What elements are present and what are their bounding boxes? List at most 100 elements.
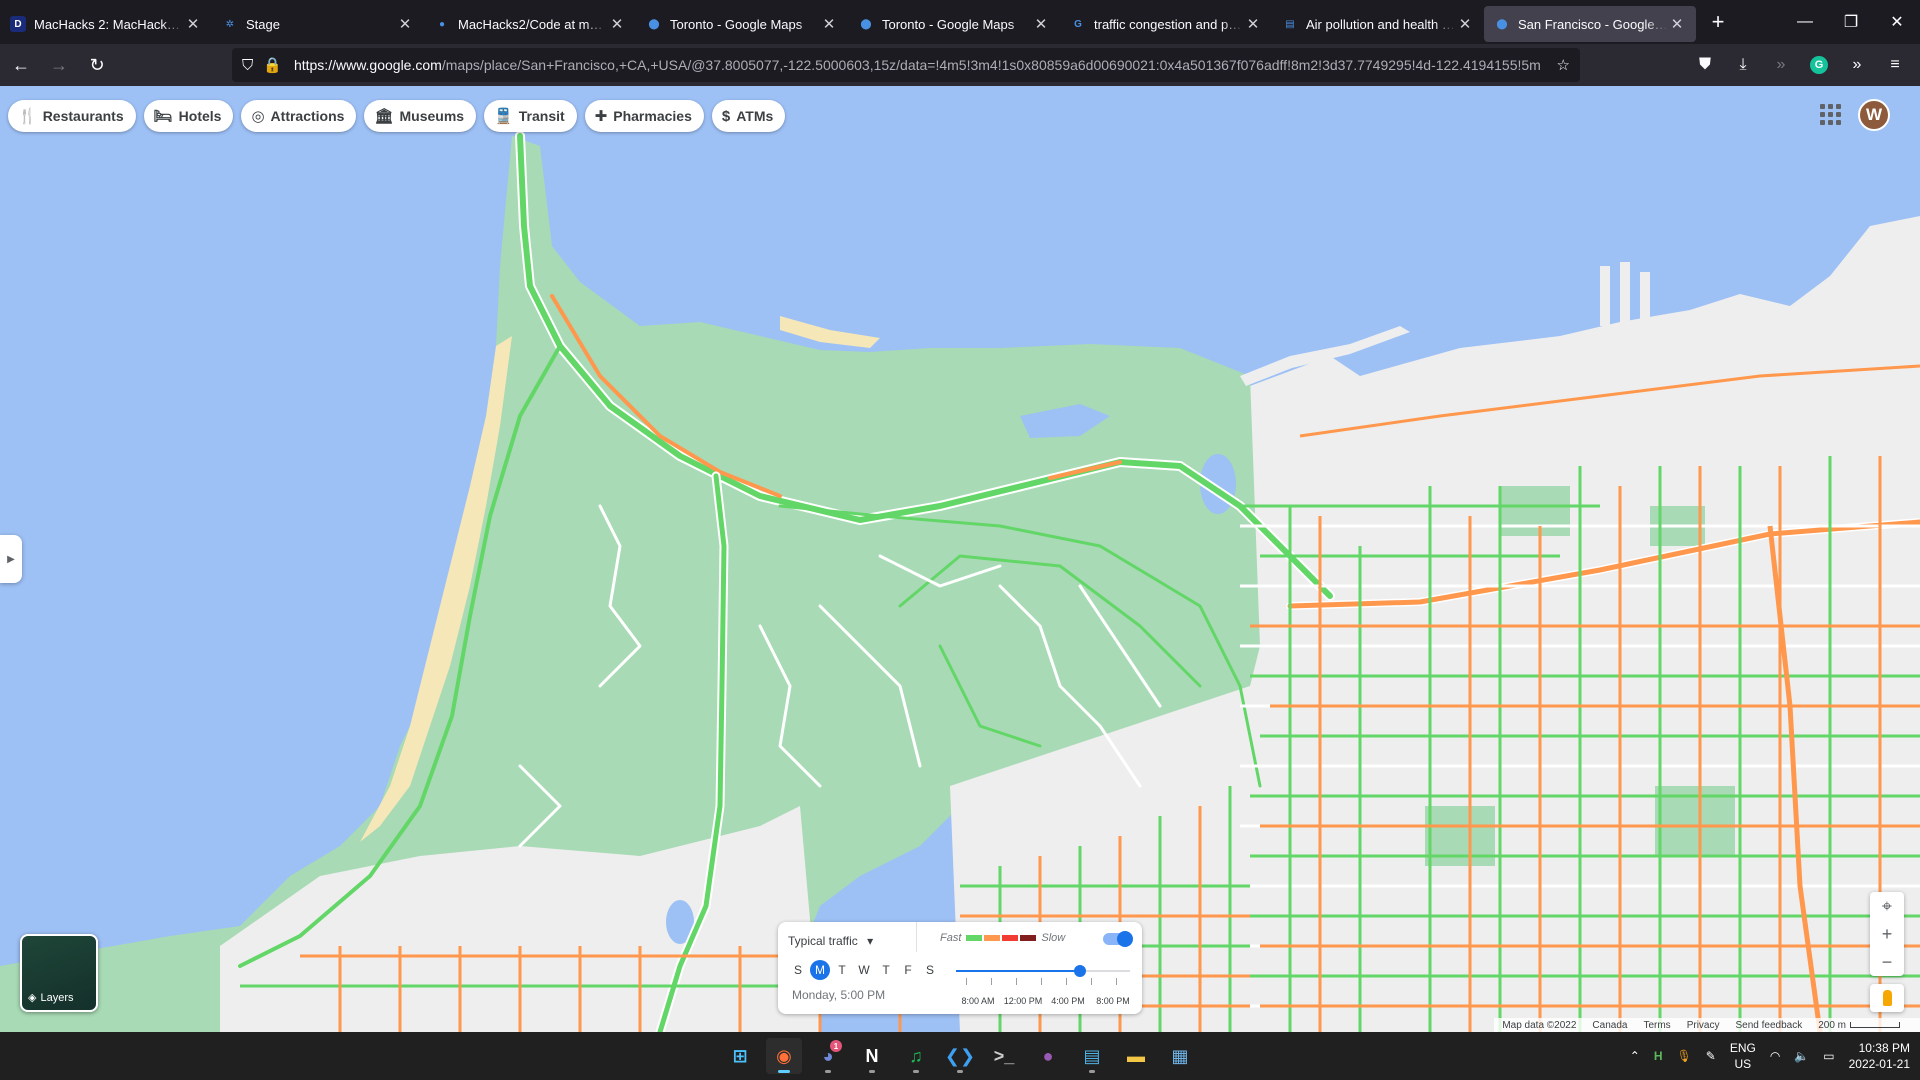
zoom-in-button[interactable]: + xyxy=(1870,920,1904,948)
tab-favicon-icon: G xyxy=(1070,16,1086,32)
vscode-icon[interactable]: ❮❯ xyxy=(942,1038,978,1074)
fork-knife-icon: 🍴 xyxy=(18,108,37,125)
shield-icon[interactable]: ⛉ xyxy=(242,57,253,74)
browser-tab[interactable]: Gtraffic congestion and polluti...✕ xyxy=(1060,6,1272,42)
day-button[interactable]: T xyxy=(876,960,896,980)
zoom-out-button[interactable]: − xyxy=(1870,948,1904,976)
time-slider-knob[interactable] xyxy=(1073,965,1086,977)
close-window-button[interactable]: ✕ xyxy=(1874,0,1920,44)
close-tab-icon[interactable]: ✕ xyxy=(1456,15,1474,33)
map-canvas[interactable]: 🍴 Restaurants 🛏 Hotels ◎ Attractions 🏛 Museums 🚆… xyxy=(0,86,1920,1032)
camera-icon: ◎ xyxy=(251,108,265,125)
windows-start-icon[interactable]: ⊞ xyxy=(722,1038,758,1074)
url-text[interactable]: https://www.google.com/maps/place/San+Fr… xyxy=(294,57,1557,73)
photos-icon[interactable]: ▦ xyxy=(1162,1038,1198,1074)
browser-tab[interactable]: ✲ Stage ✕ xyxy=(212,6,424,42)
more-tools-icon[interactable]: » xyxy=(1840,48,1874,82)
chip-transit[interactable]: 🚆 Transit xyxy=(484,100,577,132)
close-tab-icon[interactable]: ✕ xyxy=(820,15,838,33)
bookmark-star-icon[interactable]: ☆ xyxy=(1557,56,1570,74)
url-bar[interactable]: ⛉ 🔒 https://www.google.com/maps/place/Sa… xyxy=(232,48,1580,82)
expand-side-panel-button[interactable]: ▶ xyxy=(0,535,22,583)
tray-overflow-chevron-icon[interactable]: ⌃ xyxy=(1630,1049,1640,1063)
street-view-pegman-icon[interactable] xyxy=(1870,984,1904,1012)
close-tab-icon[interactable]: ✕ xyxy=(1244,15,1262,33)
pocket-icon[interactable]: ⛊ xyxy=(1688,48,1722,82)
microphone-icon[interactable]: 🎙 xyxy=(1677,1049,1692,1063)
downloads-icon[interactable]: ⤓ xyxy=(1726,48,1760,82)
chip-restaurants[interactable]: 🍴 Restaurants xyxy=(8,100,136,132)
account-avatar[interactable]: W xyxy=(1858,99,1890,131)
grammarly-icon[interactable]: G xyxy=(1810,56,1828,74)
close-tab-icon[interactable]: ✕ xyxy=(608,15,626,33)
firefox-icon[interactable]: ◉ xyxy=(766,1038,802,1074)
browser-tab[interactable]: D MacHacks 2: MacHacks 2 is ...✕ xyxy=(0,6,212,42)
chip-atms[interactable]: $ ATMs xyxy=(711,100,786,132)
browser-tab[interactable]: ▤ Air pollution and health risks ...✕ xyxy=(1272,6,1484,42)
close-tab-icon[interactable]: ✕ xyxy=(1668,15,1686,33)
terms-link[interactable]: Terms xyxy=(1643,1020,1670,1031)
close-tab-icon[interactable]: ✕ xyxy=(396,15,414,33)
minimize-button[interactable]: — xyxy=(1782,0,1828,44)
time-label: 12:00 PM xyxy=(1003,996,1043,1006)
chip-hotels[interactable]: 🛏 Hotels xyxy=(143,100,234,132)
close-tab-icon[interactable]: ✕ xyxy=(184,15,202,33)
back-button[interactable]: ← xyxy=(4,48,38,82)
day-button[interactable]: T xyxy=(832,960,852,980)
time-slider[interactable] xyxy=(956,965,1130,977)
forward-button[interactable]: → xyxy=(42,48,76,82)
wifi-icon[interactable]: ◠ xyxy=(1770,1049,1780,1063)
dropdown-arrow-icon: ▾ xyxy=(867,934,874,948)
clock[interactable]: 10:38 PM 2022-01-21 xyxy=(1849,1040,1910,1072)
reload-button[interactable]: ↻ xyxy=(80,48,114,82)
map-base-layer xyxy=(0,131,1920,1032)
day-button[interactable]: S xyxy=(788,960,808,980)
spotify-icon[interactable]: ♫ xyxy=(898,1038,934,1074)
notepad-icon[interactable]: ▤ xyxy=(1074,1038,1110,1074)
map-scale[interactable]: 200 m xyxy=(1818,1020,1900,1031)
chevron-right-icon: ▶ xyxy=(7,553,15,565)
my-location-icon[interactable]: ⌖ xyxy=(1870,892,1904,920)
input-language[interactable]: ENG US xyxy=(1730,1040,1756,1072)
new-tab-button[interactable]: + xyxy=(1700,4,1736,40)
browser-tab[interactable]: ⬤ Toronto - Google Maps ✕ xyxy=(848,6,1060,42)
privacy-link[interactable]: Privacy xyxy=(1687,1020,1720,1031)
browser-tab[interactable]: ⬤ Toronto - Google Maps ✕ xyxy=(636,6,848,42)
day-button[interactable]: F xyxy=(898,960,918,980)
region-link[interactable]: Canada xyxy=(1592,1020,1627,1031)
traffic-mode-dropdown[interactable]: Typical traffic ▾ xyxy=(788,934,873,948)
restore-button[interactable]: ❐ xyxy=(1828,0,1874,44)
tray-app-icon[interactable]: H xyxy=(1654,1049,1663,1063)
time-label: 8:00 AM xyxy=(961,996,995,1006)
chip-pharmacies[interactable]: ✚ Pharmacies xyxy=(584,100,704,132)
taskbar-glyph: ● xyxy=(1042,1045,1054,1066)
send-feedback-link[interactable]: Send feedback xyxy=(1735,1020,1802,1031)
browser-tab[interactable]: ● MacHacks2/Code at main · d...✕ xyxy=(424,6,636,42)
traffic-toggle[interactable] xyxy=(1103,931,1133,947)
file-explorer-icon[interactable]: ▬ xyxy=(1118,1038,1154,1074)
google-apps-icon[interactable] xyxy=(1818,102,1842,126)
battery-icon[interactable]: ▭ xyxy=(1823,1049,1834,1063)
hamburger-menu-icon[interactable]: ≡ xyxy=(1878,48,1912,82)
pen-icon[interactable]: ✎ xyxy=(1706,1049,1716,1063)
chip-attractions[interactable]: ◎ Attractions xyxy=(241,100,357,132)
taskbar-glyph: ⊞ xyxy=(732,1045,748,1066)
lock-icon[interactable]: 🔒 xyxy=(263,56,282,74)
running-indicator xyxy=(825,1070,831,1073)
day-button[interactable]: M xyxy=(810,960,830,980)
close-tab-icon[interactable]: ✕ xyxy=(1032,15,1050,33)
terminal-icon[interactable]: >_ xyxy=(986,1038,1022,1074)
browser-tab[interactable]: ⬤ San Francisco - Google Maps✕ xyxy=(1484,6,1696,42)
map-controls: ⌖ + − xyxy=(1870,892,1904,976)
url-path: /maps/place/San+Francisco,+CA,+USA/@37.8… xyxy=(441,57,1541,73)
github-desktop-icon[interactable]: ● xyxy=(1030,1038,1066,1074)
day-button[interactable]: S xyxy=(920,960,940,980)
volume-icon[interactable]: 🔈 xyxy=(1794,1049,1809,1063)
day-button[interactable]: W xyxy=(854,960,874,980)
discord-icon[interactable]: ◕ 1 xyxy=(810,1038,846,1074)
chip-museums[interactable]: 🏛 Museums xyxy=(364,100,477,132)
extensions-overflow-icon[interactable]: » xyxy=(1764,48,1798,82)
layers-button[interactable]: ◈ Layers xyxy=(20,934,98,1012)
tab-favicon-icon: D xyxy=(10,16,26,32)
notion-icon[interactable]: N xyxy=(854,1038,890,1074)
